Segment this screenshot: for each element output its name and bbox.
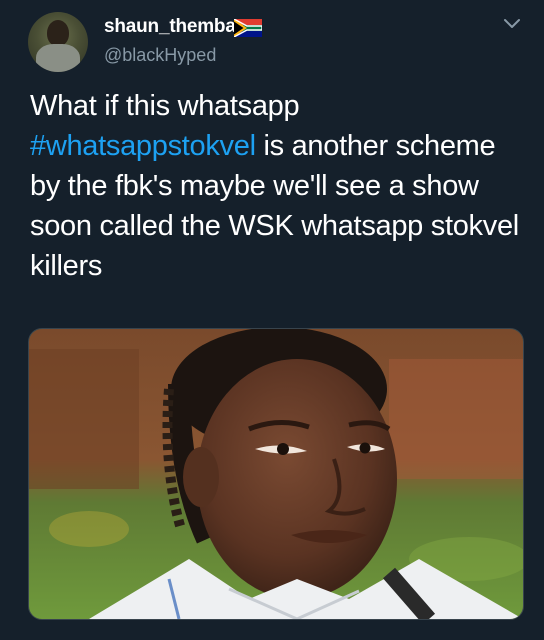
tweet-card: shaun_themba @blackHyped What if this wh… (0, 0, 544, 640)
tweet-media-photo[interactable] (28, 328, 524, 620)
tweet-text: What if this whatsapp #whatsappstokvel i… (30, 86, 530, 286)
chevron-down-icon[interactable] (501, 12, 523, 34)
avatar-body-shape (36, 44, 80, 72)
hashtag-link[interactable]: #whatsappstokvel (30, 130, 256, 162)
south-africa-flag-icon (234, 19, 262, 37)
author-avatar[interactable] (28, 12, 88, 72)
author-handle[interactable]: @blackHyped (104, 44, 216, 66)
avatar-head-shape (47, 20, 69, 46)
photo-image (29, 329, 523, 619)
author-display-name[interactable]: shaun_themba (104, 16, 236, 38)
tweet-text-before: What if this whatsapp (30, 90, 300, 122)
